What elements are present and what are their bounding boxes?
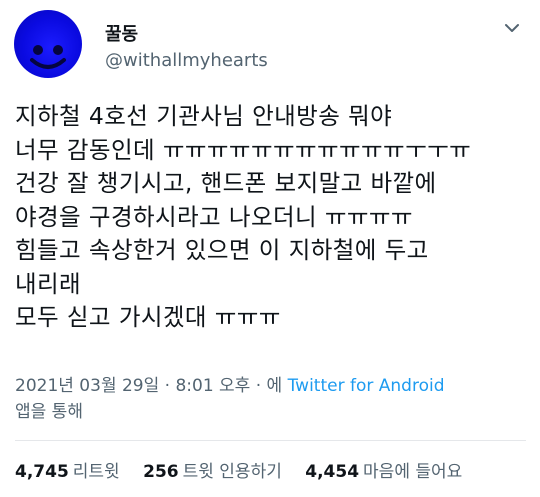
tweet-card: 꿀동 @withallmyhearts 지하철 4호선 기관사님 안내방송 뭐야… — [0, 0, 540, 497]
tweet-text: 지하철 4호선 기관사님 안내방송 뭐야 너무 감동인데 ㅠㅠㅠㅠㅠㅠㅠㅠㅠㅠㅠ… — [15, 100, 531, 335]
smiley-face-icon — [30, 45, 66, 69]
tweet-line: 모두 싣고 가시겠대 ㅠㅠㅠ — [15, 303, 281, 331]
tweet-line: 지하철 4호선 기관사님 안내방송 뭐야 — [15, 102, 393, 130]
tweet-line: 너무 감동인데 ㅠㅠㅠㅠㅠㅠㅠㅠㅠㅠㅠㅜㅜㅠ — [15, 135, 472, 164]
divider — [15, 440, 526, 441]
retweets-label: 리트윗 — [72, 462, 120, 482]
avatar[interactable] — [14, 10, 82, 78]
via-text: 앱을 통해 — [15, 402, 83, 422]
timestamp[interactable]: 2021년 03월 29일 · 8:01 오후 · 에 — [15, 376, 288, 396]
retweets-count: 4,745 — [15, 462, 69, 482]
tweet-meta: 2021년 03월 29일 · 8:01 오후 · 에 Twitter for … — [15, 373, 531, 425]
likes-label: 마음에 들어요 — [363, 462, 463, 482]
tweet-line: 건강 잘 챙기시고, 핸드폰 보지말고 바깥에 — [15, 169, 437, 197]
tweet-header: 꿀동 @withallmyhearts — [14, 8, 526, 78]
likes-count: 4,454 — [305, 462, 360, 482]
tweet-line: 야경을 구경하시라고 나오더니 ㅠㅠㅠㅠ — [15, 202, 413, 231]
quotes-count: 256 — [143, 462, 179, 482]
quotes-stat[interactable]: 256 트윗 인용하기 — [143, 457, 282, 482]
tweet-line: 내리래 — [15, 269, 82, 298]
chevron-down-icon[interactable] — [498, 14, 526, 42]
source-link[interactable]: Twitter for Android — [288, 376, 445, 396]
timestamp-row: 2021년 03월 29일 · 8:01 오후 · 에 Twitter for … — [15, 373, 531, 399]
tweet-line: 힘들고 속상한거 있으면 이 지하철에 두고 — [15, 236, 429, 264]
likes-stat[interactable]: 4,454 마음에 들어요 — [305, 457, 462, 482]
quotes-label: 트윗 인용하기 — [182, 462, 282, 482]
tweet-stats: 4,745 리트윗 256 트윗 인용하기 4,454 마음에 들어요 — [15, 457, 480, 482]
display-name[interactable]: 꿀동 — [105, 20, 138, 46]
user-handle[interactable]: @withallmyhearts — [105, 50, 268, 71]
retweets-stat[interactable]: 4,745 리트윗 — [15, 457, 120, 482]
